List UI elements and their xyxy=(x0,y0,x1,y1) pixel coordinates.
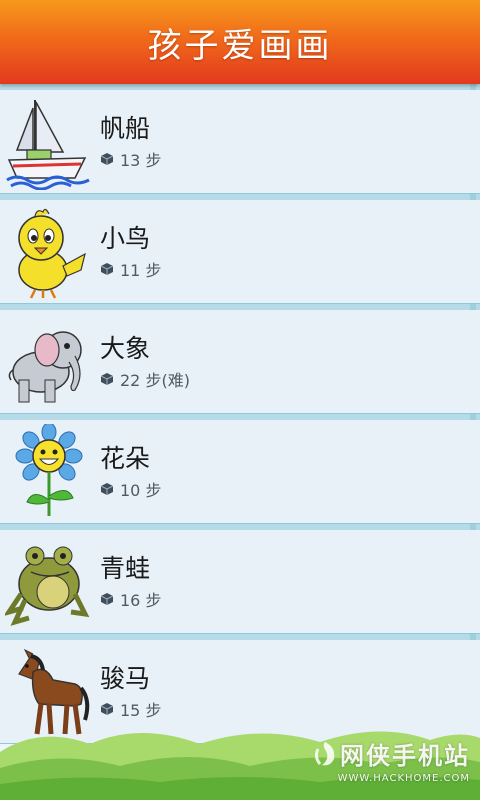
bird-icon xyxy=(4,203,92,301)
frog-icon xyxy=(4,533,92,631)
drawing-list: 帆船 13 步 小鸟 11 步 大象 22 步(难) 花朵 10 步 青蛙 16… xyxy=(0,84,480,744)
elephant-icon xyxy=(4,313,92,411)
step-count: 16 步 xyxy=(120,590,162,610)
item-steps: 16 步 xyxy=(100,587,161,611)
cube-icon xyxy=(100,262,114,275)
item-steps: 11 步 xyxy=(100,257,161,281)
watermark-url: WWW.HACKHOME.COM xyxy=(337,773,470,784)
title-bar: 孩子爱画画 xyxy=(0,0,480,84)
item-name: 小鸟 xyxy=(100,223,151,253)
cube-icon xyxy=(100,702,114,715)
cube-icon xyxy=(100,592,114,605)
item-name: 骏马 xyxy=(100,663,151,693)
cube-icon xyxy=(100,482,114,495)
item-steps: 22 步(难) xyxy=(100,367,190,391)
cube-icon xyxy=(100,372,114,385)
item-name: 花朵 xyxy=(100,443,151,473)
item-name: 大象 xyxy=(100,333,151,363)
item-steps: 13 步 xyxy=(100,147,161,171)
list-item-sailboat[interactable]: 帆船 13 步 xyxy=(0,84,480,194)
step-count: 11 步 xyxy=(120,260,162,280)
cube-icon xyxy=(100,152,114,165)
list-item-flower[interactable]: 花朵 10 步 xyxy=(0,414,480,524)
item-name: 帆船 xyxy=(100,113,151,143)
flower-icon xyxy=(4,423,92,521)
list-item-frog[interactable]: 青蛙 16 步 xyxy=(0,524,480,634)
step-count: 15 步 xyxy=(120,700,162,720)
step-count: 10 步 xyxy=(120,480,162,500)
item-steps: 15 步 xyxy=(100,697,161,721)
page-title: 孩子爱画画 xyxy=(147,25,333,66)
step-count: 13 步 xyxy=(120,150,162,170)
sailboat-icon xyxy=(4,93,92,191)
list-item-horse[interactable]: 骏马 15 步 xyxy=(0,634,480,744)
list-item-elephant[interactable]: 大象 22 步(难) xyxy=(0,304,480,414)
step-count: 22 步(难) xyxy=(120,370,190,390)
item-name: 青蛙 xyxy=(100,553,151,583)
list-item-bird[interactable]: 小鸟 11 步 xyxy=(0,194,480,304)
item-steps: 10 步 xyxy=(100,477,161,501)
horse-icon xyxy=(4,643,92,741)
